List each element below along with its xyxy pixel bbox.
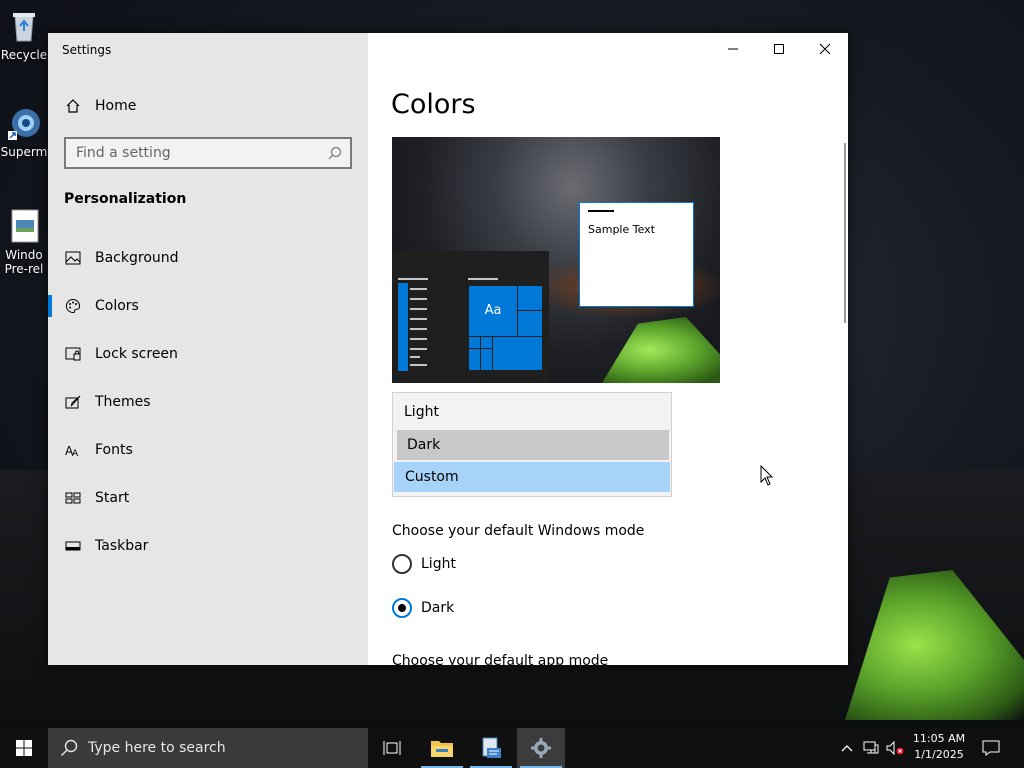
document-icon <box>6 208 42 244</box>
chevron-up-icon <box>841 745 853 752</box>
color-option-dark[interactable]: Dark <box>397 430 669 460</box>
preview-tile <box>517 310 543 337</box>
desktop-icon-supermium[interactable]: Superm <box>0 105 48 159</box>
windows-mode-label: Choose your default Windows mode <box>392 523 645 539</box>
desktop-icon-recycle-bin[interactable]: Recycle <box>0 8 48 62</box>
action-center-button[interactable] <box>978 728 1004 768</box>
sidebar-item-label: Start <box>95 490 130 506</box>
page-title: Colors <box>391 89 476 120</box>
svg-text:A: A <box>72 449 79 457</box>
sidebar-item-colors[interactable]: Colors <box>48 286 368 326</box>
folder-icon <box>431 741 453 757</box>
sample-title-bar <box>588 210 614 212</box>
document-app-icon <box>482 737 501 758</box>
preview-tile <box>517 285 543 311</box>
preview-tent <box>602 317 720 383</box>
color-option-custom[interactable]: Custom <box>394 462 670 492</box>
sidebar-item-label: Fonts <box>95 442 133 458</box>
clock-date: 1/1/2025 <box>914 748 964 761</box>
preview-sample-window: Sample Text <box>579 202 694 307</box>
themes-icon <box>63 392 83 412</box>
radio-label: Dark <box>421 600 455 616</box>
start-icon <box>63 488 83 508</box>
taskbar-app-document[interactable] <box>467 728 515 768</box>
image-icon <box>63 248 83 268</box>
main-content: Colors Aa Sample Text Light Dark Custom … <box>368 33 848 665</box>
sidebar-item-label: Themes <box>95 394 151 410</box>
start-button[interactable] <box>0 728 48 768</box>
sample-text: Sample Text <box>588 223 655 236</box>
fonts-icon: AA <box>63 440 83 460</box>
task-view-icon <box>383 741 401 755</box>
taskbar-icon <box>63 536 83 556</box>
desktop-icon-label: Superm <box>0 145 48 159</box>
sidebar-item-themes[interactable]: Themes <box>48 382 368 422</box>
section-title: Personalization <box>64 191 187 207</box>
desktop-icon-document[interactable]: Windo Pre-rel <box>0 208 48 276</box>
sidebar-item-label: Background <box>95 250 179 266</box>
preview-tile-large: Aa <box>468 285 518 337</box>
color-preview: Aa Sample Text <box>392 137 720 383</box>
window-title: Settings <box>62 43 112 57</box>
find-setting-input[interactable]: Find a setting <box>64 137 352 169</box>
windows-mode-light-radio[interactable]: Light <box>392 554 456 574</box>
app-mode-label: Choose your default app mode <box>392 653 609 665</box>
taskbar-clock[interactable]: 11:05 AM 1/1/2025 <box>904 731 974 763</box>
home-icon <box>63 96 83 116</box>
supermium-icon <box>6 105 42 141</box>
taskbar: Type here to search 11:05 AM 1/1/2025 <box>0 728 1024 768</box>
volume-muted-icon <box>886 741 904 755</box>
taskbar-search-placeholder: Type here to search <box>88 740 226 756</box>
network-tray-button[interactable] <box>860 728 882 768</box>
scrollbar[interactable] <box>844 143 846 323</box>
recycle-bin-icon <box>6 8 42 44</box>
sidebar: Settings Home Find a setting Personaliza… <box>48 33 368 665</box>
color-option-light[interactable]: Light <box>393 397 671 427</box>
clock-time: 11:05 AM <box>912 732 966 745</box>
sidebar-item-start[interactable]: Start <box>48 478 368 518</box>
windows-mode-dark-radio[interactable]: Dark <box>392 598 454 618</box>
radio-label: Light <box>421 556 456 572</box>
task-view-button[interactable] <box>368 728 416 768</box>
desktop-icon-label: Windo <box>5 248 43 262</box>
notification-icon <box>982 740 1000 756</box>
taskbar-app-file-explorer[interactable] <box>418 728 466 768</box>
preview-tile <box>492 336 543 371</box>
sidebar-item-fonts[interactable]: AA Fonts <box>48 430 368 470</box>
sidebar-item-lock-screen[interactable]: Lock screen <box>48 334 368 374</box>
sidebar-item-label: Home <box>95 98 137 114</box>
preview-tile-text: Aa <box>484 303 502 318</box>
desktop-icon-label-line2: Pre-rel <box>4 262 44 276</box>
mouse-cursor-icon <box>760 465 774 486</box>
volume-tray-button[interactable] <box>884 728 906 768</box>
taskbar-search-box[interactable]: Type here to search <box>48 728 368 768</box>
sidebar-item-home[interactable]: Home <box>48 86 368 126</box>
sidebar-item-label: Taskbar <box>95 538 149 554</box>
sidebar-item-background[interactable]: Background <box>48 238 368 278</box>
sidebar-item-label: Colors <box>95 298 139 314</box>
sidebar-item-taskbar[interactable]: Taskbar <box>48 526 368 566</box>
windows-logo-icon <box>16 740 32 756</box>
desktop-icon-label: Recycle <box>0 48 48 62</box>
radio-circle[interactable] <box>392 554 412 574</box>
search-placeholder: Find a setting <box>76 145 171 161</box>
settings-window: Settings Home Find a setting Personaliza… <box>48 33 848 665</box>
taskbar-app-settings[interactable] <box>517 728 565 768</box>
sidebar-item-label: Lock screen <box>95 346 178 362</box>
palette-icon <box>63 296 83 316</box>
search-icon <box>328 146 342 164</box>
gear-icon <box>531 738 551 758</box>
network-icon <box>863 741 879 754</box>
lock-screen-icon <box>63 344 83 364</box>
radio-circle-checked[interactable] <box>392 598 412 618</box>
show-hidden-icons-button[interactable] <box>836 728 858 768</box>
color-mode-dropdown[interactable]: Light Dark Custom <box>392 392 672 497</box>
search-icon <box>61 739 78 756</box>
